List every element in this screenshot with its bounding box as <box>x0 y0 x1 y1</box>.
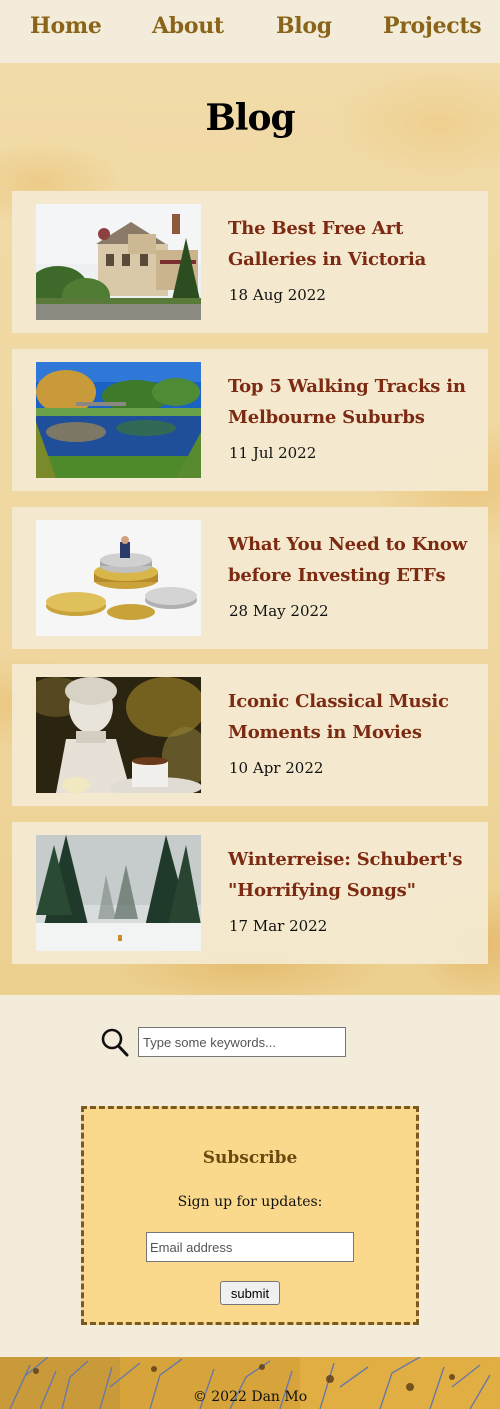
nav-about-link[interactable]: About <box>152 13 224 39</box>
post-card[interactable]: Top 5 Walking Tracks in Melbourne Suburb… <box>12 349 488 491</box>
post-title-link[interactable]: The Best Free Art Galleries in Victoria <box>228 213 478 275</box>
bust-photo[interactable] <box>36 677 201 793</box>
subscribe-text: Sign up for updates: <box>177 1194 323 1210</box>
post-card[interactable]: Iconic Classical Music Moments in Movies… <box>12 664 488 806</box>
post-title-link[interactable]: Top 5 Walking Tracks in Melbourne Suburb… <box>228 371 478 433</box>
top-nav: Home About Blog Projects <box>0 0 500 63</box>
email-field[interactable] <box>146 1232 354 1262</box>
post-card[interactable]: Winterreise: Schubert's "Horrifying Song… <box>12 822 488 964</box>
blog-section: Blog The Best Free Art Galleries in Vict… <box>0 63 500 995</box>
mansion-photo[interactable] <box>36 204 201 320</box>
coins-photo[interactable] <box>36 520 201 636</box>
post-date: 18 Aug 2022 <box>229 286 326 304</box>
footer: © 2022 Dan Mo <box>0 1357 500 1409</box>
post-card[interactable]: The Best Free Art Galleries in Victoria … <box>12 191 488 333</box>
post-title-link[interactable]: Iconic Classical Music Moments in Movies <box>228 686 478 748</box>
search-input[interactable] <box>138 1027 346 1057</box>
subscribe-title: Subscribe <box>202 1148 298 1168</box>
post-title-link[interactable]: Winterreise: Schubert's "Horrifying Song… <box>228 844 478 906</box>
snow-forest-photo[interactable] <box>36 835 201 951</box>
post-card[interactable]: What You Need to Know before Investing E… <box>12 507 488 649</box>
river-photo[interactable] <box>36 362 201 478</box>
post-date: 11 Jul 2022 <box>229 444 317 462</box>
nav-projects-link[interactable]: Projects <box>383 13 482 39</box>
submit-button[interactable]: submit <box>220 1281 280 1305</box>
nav-home-link[interactable]: Home <box>30 13 102 39</box>
post-date: 28 May 2022 <box>229 602 329 620</box>
page-title: Blog <box>205 97 295 139</box>
subscribe-box: Subscribe Sign up for updates: submit <box>81 1106 419 1325</box>
copyright-text: © 2022 Dan Mo <box>192 1389 308 1405</box>
search-icon[interactable] <box>101 1027 129 1057</box>
nav-blog-link[interactable]: Blog <box>276 13 332 39</box>
post-date: 17 Mar 2022 <box>229 917 328 935</box>
post-date: 10 Apr 2022 <box>229 759 324 777</box>
post-title-link[interactable]: What You Need to Know before Investing E… <box>228 529 478 591</box>
